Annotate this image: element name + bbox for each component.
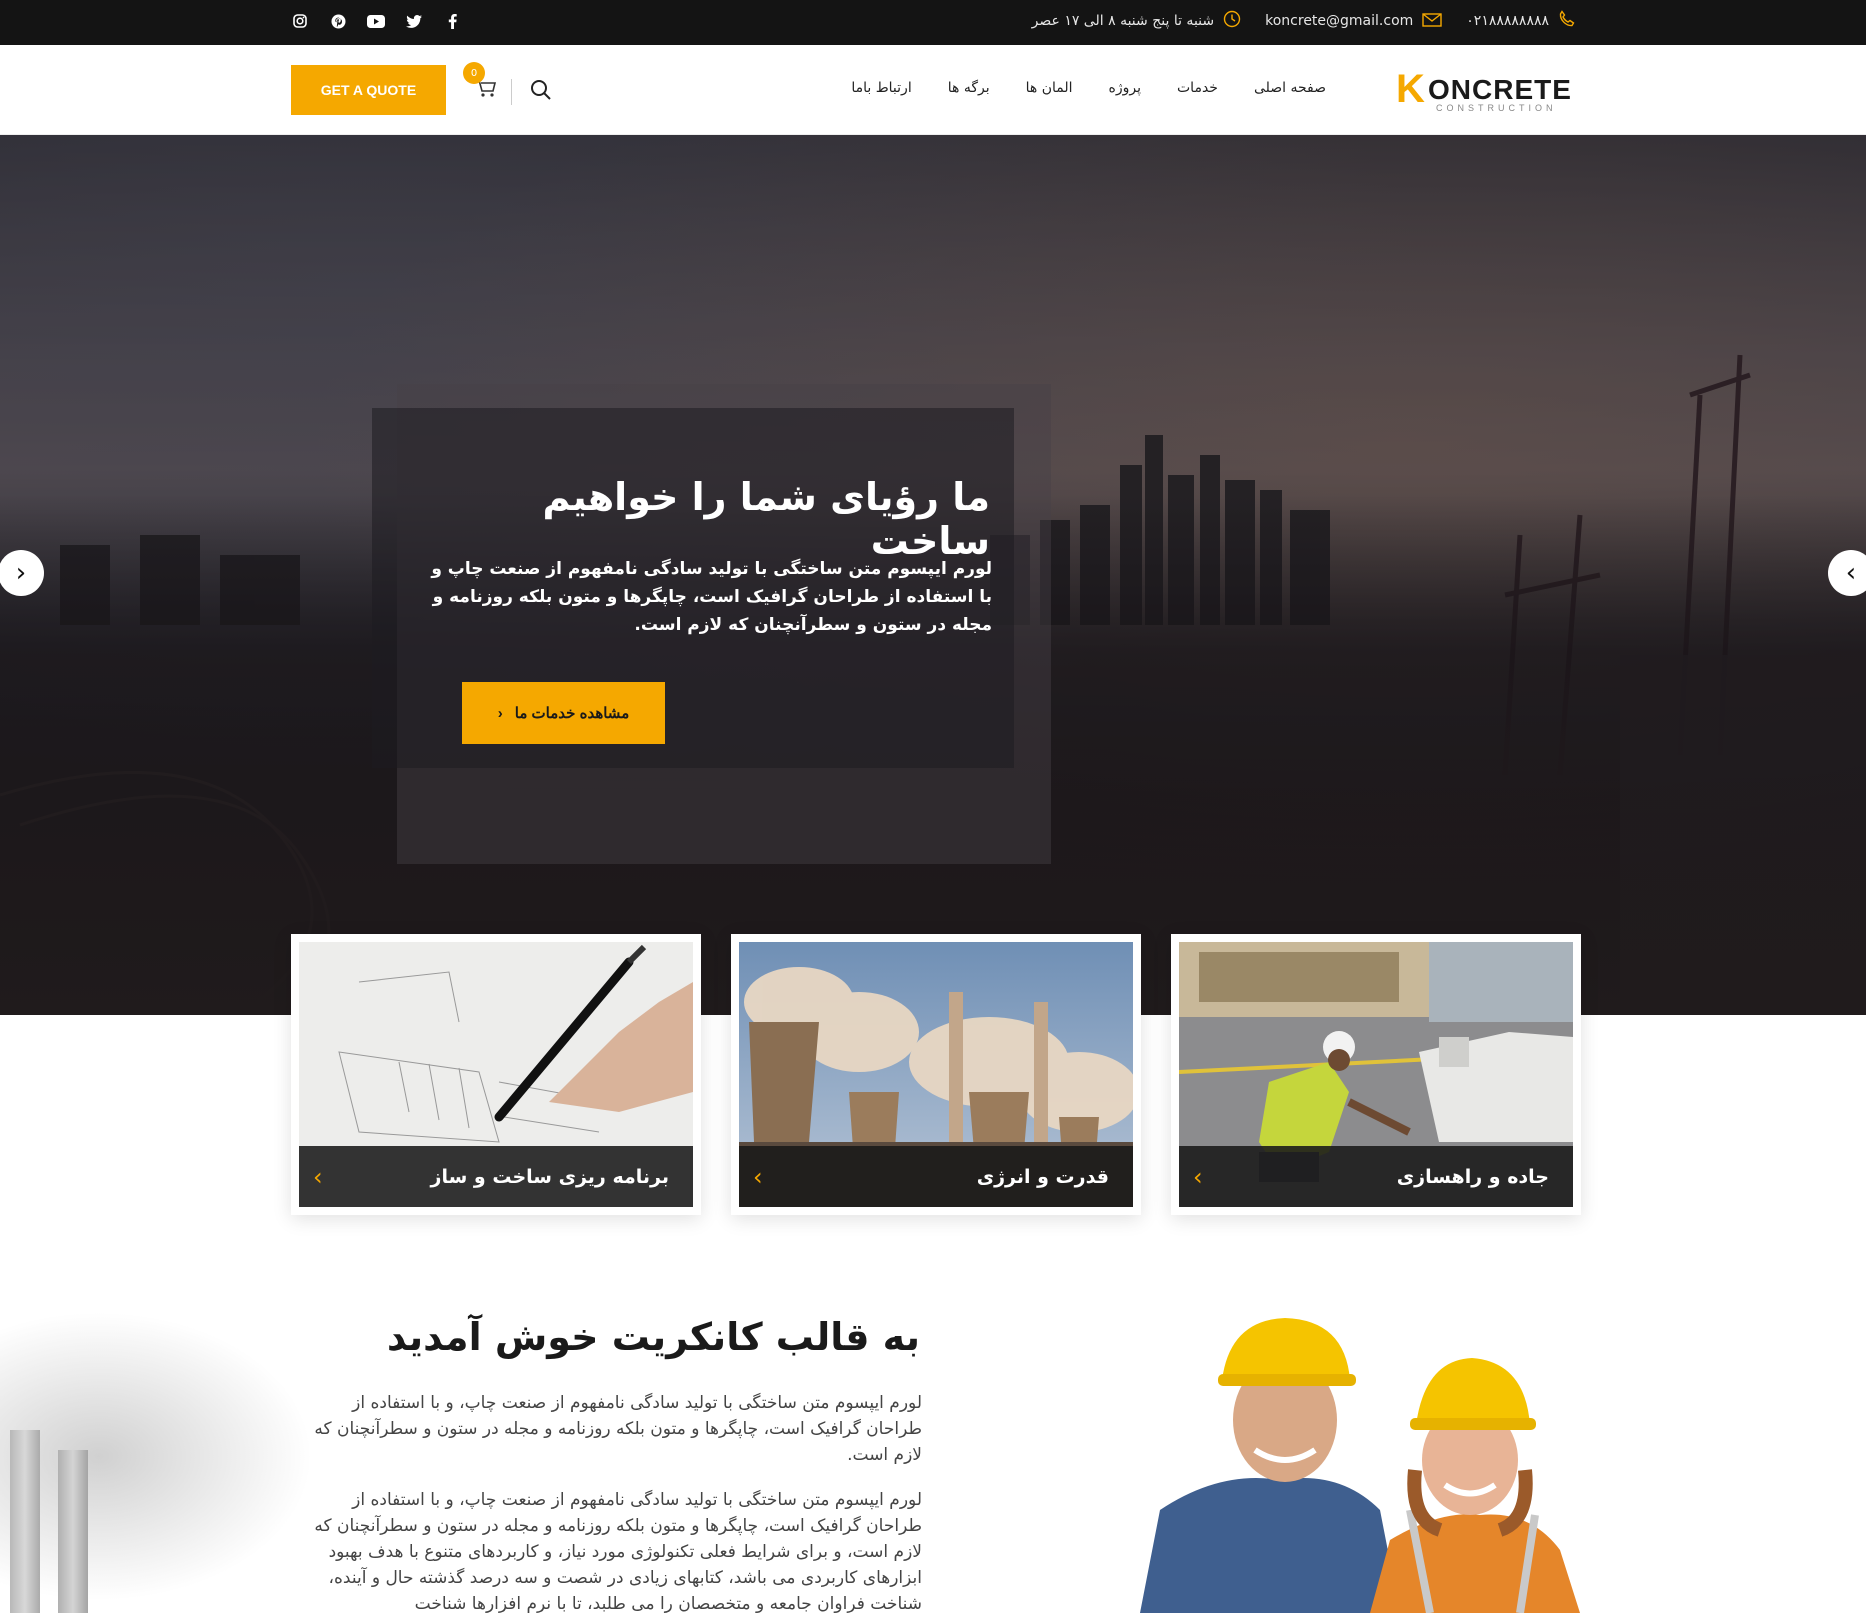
welcome-title: به قالب کانکریت خوش آمدید	[386, 1315, 920, 1359]
cart-count-badge: 0	[463, 62, 485, 84]
chevron-left-icon: ‹	[753, 1162, 763, 1191]
mail-icon	[1422, 12, 1442, 31]
email-address: koncrete@gmail.com	[1265, 13, 1414, 29]
chevron-left-icon: ‹	[497, 704, 503, 722]
logo-subtitle: CONSTRUCTION	[1436, 103, 1557, 113]
hours-item: شنبه تا پنج شنبه ۸ الی ۱۷ عصر	[1032, 10, 1241, 32]
clock-icon	[1223, 10, 1241, 32]
pinterest-icon[interactable]	[328, 11, 348, 31]
card-title: جاده و راهسازی	[1396, 1165, 1549, 1188]
twitter-icon[interactable]	[404, 11, 424, 31]
cart-icon[interactable]: 0	[463, 62, 499, 102]
chevron-right-icon: ›	[15, 558, 27, 588]
logo-letter: K	[1396, 67, 1425, 111]
get-quote-button[interactable]: GET A QUOTE	[291, 65, 446, 115]
factory-smoke-bg	[0, 1300, 330, 1613]
chevron-left-icon: ‹	[313, 1162, 323, 1191]
nav-item-services[interactable]: خدمات	[1177, 80, 1218, 96]
main-header: K ONCRETE CONSTRUCTION صفحه اصلی خدمات پ…	[0, 45, 1866, 135]
nav-item-contact[interactable]: ارتباط باما	[851, 80, 911, 96]
chimney-graphic	[10, 1430, 40, 1613]
chimney-graphic	[58, 1450, 88, 1613]
phone-number: ۰۲۱۸۸۸۸۸۸۸۸	[1466, 13, 1549, 29]
header-divider	[511, 79, 512, 105]
welcome-paragraph: لورم ایپسوم متن ساختگی با تولید سادگی نا…	[314, 1393, 922, 1465]
phone-icon	[1558, 10, 1576, 32]
email-item[interactable]: koncrete@gmail.com	[1265, 12, 1442, 31]
facebook-icon[interactable]	[442, 11, 462, 31]
slider-next-arrow[interactable]: ›	[0, 550, 44, 596]
nav-item-elements[interactable]: المان ها	[1026, 80, 1073, 96]
social-links	[290, 11, 462, 31]
hero-slider: ما رؤیای شما را خواهیم ساخت لورم ایپسوم …	[0, 135, 1866, 1015]
welcome-paragraph: لورم ایپسوم متن ساختگی با تولید سادگی نا…	[314, 1490, 922, 1613]
nav-item-project[interactable]: پروژه	[1109, 80, 1141, 96]
nav-item-home[interactable]: صفحه اصلی	[1254, 80, 1326, 96]
view-services-button[interactable]: مشاهده خدمات ما ‹	[462, 682, 665, 744]
card-caption: ‹ قدرت و انرژی	[739, 1146, 1133, 1207]
view-services-label: مشاهده خدمات ما	[514, 705, 630, 722]
service-card-roads[interactable]: ‹ جاده و راهسازی	[1171, 934, 1581, 1215]
card-caption: ‹ برنامه ریزی ساخت و ساز	[299, 1146, 693, 1207]
youtube-icon[interactable]	[366, 11, 386, 31]
service-card-planning[interactable]: ‹ برنامه ریزی ساخت و ساز	[291, 934, 701, 1215]
service-card-energy[interactable]: ‹ قدرت و انرژی	[731, 934, 1141, 1215]
top-bar: ۰۲۱۸۸۸۸۸۸۸۸ koncrete@gmail.com شنبه تا پ…	[0, 0, 1866, 45]
site-logo[interactable]: K ONCRETE CONSTRUCTION	[1396, 68, 1576, 113]
search-icon[interactable]	[529, 78, 553, 102]
card-title: برنامه ریزی ساخت و ساز	[430, 1165, 669, 1188]
card-title: قدرت و انرژی	[976, 1165, 1109, 1188]
opening-hours: شنبه تا پنج شنبه ۸ الی ۱۷ عصر	[1031, 13, 1215, 29]
logo-wordmark: ONCRETE	[1428, 74, 1572, 105]
chevron-left-icon: ‹	[1845, 558, 1857, 588]
hero-title: ما رؤیای شما را خواهیم ساخت	[542, 475, 990, 563]
card-caption: ‹ جاده و راهسازی	[1179, 1146, 1573, 1207]
chevron-left-icon: ‹	[1193, 1162, 1203, 1191]
hero-description: لورم ایپسوم متن ساختگی با تولید سادگی نا…	[431, 559, 992, 635]
slider-prev-arrow[interactable]: ‹	[1828, 550, 1866, 596]
main-nav: صفحه اصلی خدمات پروژه المان ها برگه ها ا…	[851, 80, 1326, 96]
workers-image	[1140, 1310, 1580, 1613]
nav-item-pages[interactable]: برگه ها	[948, 80, 990, 96]
instagram-icon[interactable]	[290, 11, 310, 31]
phone-item[interactable]: ۰۲۱۸۸۸۸۸۸۸۸	[1466, 10, 1576, 32]
contact-info: ۰۲۱۸۸۸۸۸۸۸۸ koncrete@gmail.com شنبه تا پ…	[1032, 10, 1576, 32]
